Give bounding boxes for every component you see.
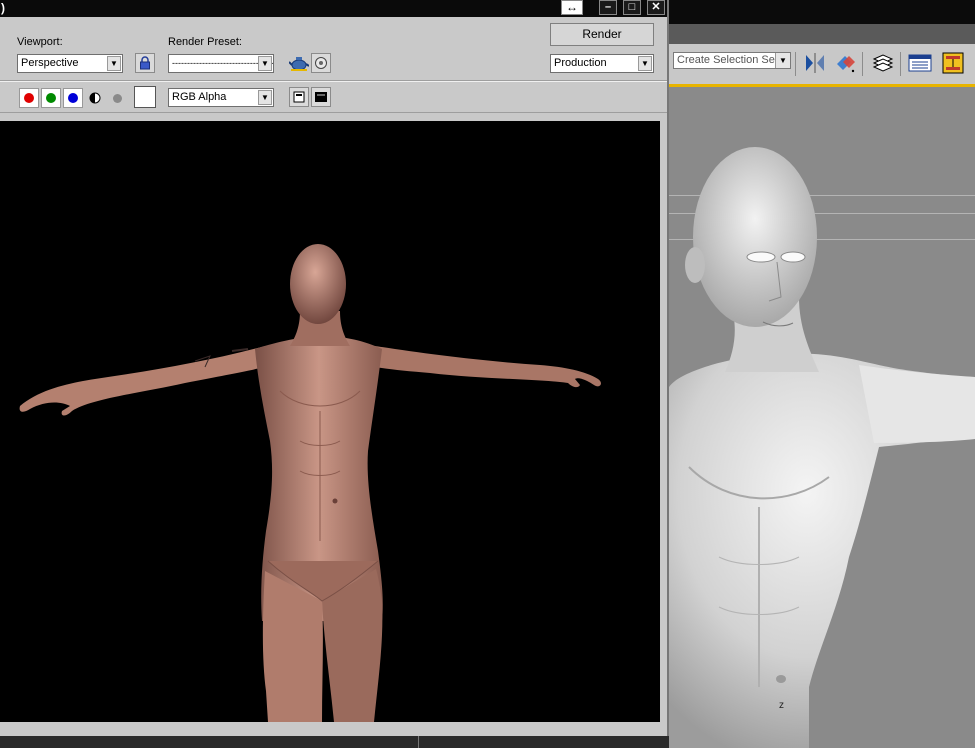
z-axis-label: z bbox=[779, 700, 784, 711]
perspective-viewport[interactable]: z bbox=[669, 87, 975, 748]
toolbar-separator bbox=[900, 52, 901, 76]
render-preset-label: Render Preset: bbox=[168, 36, 242, 48]
viewport-dropdown[interactable]: Perspective ▼ bbox=[17, 54, 123, 73]
strip-divider bbox=[418, 736, 419, 748]
align-icon[interactable] bbox=[833, 52, 857, 74]
toolbar-separator bbox=[862, 52, 863, 76]
window-titlebar[interactable]: ) ↔ – □ ✕ bbox=[0, 0, 667, 17]
chevron-down-icon[interactable]: ▼ bbox=[258, 56, 272, 71]
rendered-image bbox=[0, 121, 660, 722]
selection-set-label: Create Selection Set bbox=[677, 54, 778, 66]
green-channel-icon[interactable] bbox=[41, 88, 61, 108]
clear-frame-icon[interactable] bbox=[311, 87, 331, 107]
viewport-label: Viewport: bbox=[17, 36, 63, 48]
production-dropdown[interactable]: Production ▼ bbox=[550, 54, 654, 73]
schematic-view-icon[interactable] bbox=[941, 52, 965, 74]
status-strip bbox=[0, 736, 669, 748]
render-preset-dropdown[interactable]: ------------------------------------ ▼ bbox=[168, 54, 274, 73]
toolbar-separator bbox=[795, 52, 796, 76]
production-value: Production bbox=[554, 57, 607, 69]
chevron-down-icon[interactable]: ▼ bbox=[258, 90, 272, 105]
blue-channel-icon[interactable] bbox=[63, 88, 83, 108]
rendered-character bbox=[19, 244, 601, 722]
channel-display-dropdown[interactable]: RGB Alpha ▼ bbox=[168, 88, 274, 107]
color-swatch[interactable] bbox=[134, 86, 156, 108]
main-toolbar: Create Selection Set ▼ bbox=[669, 44, 975, 85]
resize-arrows-icon[interactable]: ↔ bbox=[561, 0, 583, 15]
toolbar-divider-highlight bbox=[0, 81, 667, 82]
selection-set-dropdown[interactable]: Create Selection Set ▼ bbox=[673, 52, 791, 69]
chevron-down-icon[interactable]: ▼ bbox=[107, 56, 121, 71]
red-channel-icon[interactable] bbox=[19, 88, 39, 108]
shaded-character-model bbox=[669, 147, 975, 748]
settings-icon[interactable] bbox=[311, 53, 331, 73]
clone-frame-icon[interactable] bbox=[289, 87, 309, 107]
maximize-button[interactable]: □ bbox=[623, 0, 641, 15]
monochrome-icon[interactable] bbox=[107, 88, 127, 108]
lock-icon[interactable] bbox=[135, 53, 155, 73]
layer-manager-icon[interactable] bbox=[871, 52, 895, 74]
alpha-channel-icon[interactable] bbox=[85, 88, 105, 108]
render-button[interactable]: Render bbox=[550, 23, 654, 46]
chevron-down-icon[interactable]: ▼ bbox=[775, 53, 790, 68]
toolbar-divider bbox=[0, 112, 667, 113]
viewport-value: Perspective bbox=[21, 57, 79, 69]
track-view-icon[interactable] bbox=[908, 52, 932, 74]
chevron-down-icon[interactable]: ▼ bbox=[638, 56, 652, 71]
rendered-frame-window: ) ↔ – □ ✕ Viewport: Perspective ▼ Render… bbox=[0, 0, 669, 736]
close-button[interactable]: ✕ bbox=[647, 0, 665, 15]
mirror-icon[interactable] bbox=[803, 52, 827, 74]
window-title: ) bbox=[1, 1, 5, 15]
teapot-icon[interactable] bbox=[289, 53, 309, 73]
channel-display-value: RGB Alpha bbox=[172, 91, 227, 103]
main-app-titlebar bbox=[669, 0, 975, 24]
minimize-button[interactable]: – bbox=[599, 0, 617, 15]
